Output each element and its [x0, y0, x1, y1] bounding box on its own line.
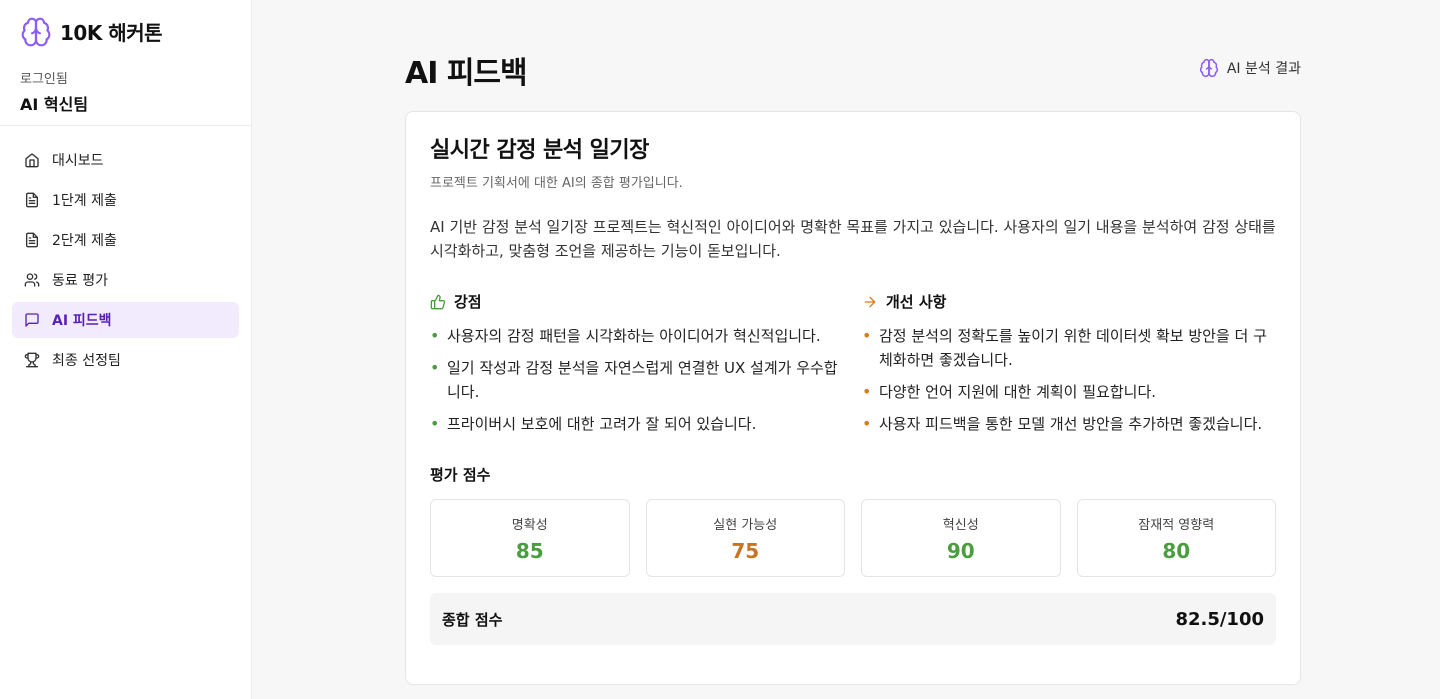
- strengths-list: • 사용자의 감정 패턴을 시각화하는 아이디어가 혁신적입니다. • 일기 작성과…: [430, 324, 844, 436]
- sidebar-item-label: 최종 선정팀: [52, 353, 121, 369]
- trophy-icon: [24, 352, 40, 368]
- list-item: • 사용자 피드백을 통한 모델 개선 방안을 추가하면 좋겠습니다.: [862, 414, 1263, 433]
- feedback-columns: 강점 • 사용자의 감정 패턴을 시각화하는 아이디어가 혁신적입니다. • 일기 …: [430, 291, 1276, 444]
- score-value: 75: [731, 538, 760, 563]
- feedback-summary: AI 기반 감정 분석 일기장 프로젝트는 혁신적인 아이디어와 명확한 목표를…: [430, 218, 1276, 260]
- strengths-section: 강점 • 사용자의 감정 패턴을 시각화하는 아이디어가 혁신적입니다. • 일기 …: [430, 291, 844, 444]
- list-item: • 프라이버시 보호에 대한 고려가 잘 되어 있습니다.: [430, 414, 757, 433]
- brain-icon: [1199, 58, 1218, 78]
- list-item: • 사용자의 감정 패턴을 시각화하는 아이디어가 혁신적입니다.: [430, 326, 821, 345]
- feedback-card: 실시간 감정 분석 일기장 프로젝트 기획서에 대한 AI의 종합 평가입니다.…: [405, 111, 1301, 685]
- ai-result-badge: AI 분석 결과: [1199, 58, 1301, 78]
- sidebar-item-label: 동료 평가: [52, 273, 108, 289]
- score-label: 잠재적 영향력: [1138, 517, 1215, 533]
- score-innovation: 혁신성 90: [861, 499, 1061, 577]
- sidebar-item-peer-review[interactable]: 동료 평가: [12, 262, 239, 298]
- improvements-section: 개선 사항 • 감정 분석의 정확도를 높이기 위한 데이터셋 확보 방안을 더 …: [862, 291, 1276, 444]
- login-status: 로그인됨: [20, 72, 68, 87]
- strengths-header: 강점: [430, 291, 844, 312]
- score-feasibility: 실현 가능성 75: [645, 499, 845, 577]
- card-subtitle: 프로젝트 기획서에 대한 AI의 종합 평가입니다.: [430, 176, 683, 191]
- brand-name: 10K 해커톤: [60, 21, 163, 45]
- score-grid: 명확성 85 실현 가능성 75 혁신성 90 잠재적 영향력 80: [430, 499, 1276, 577]
- score-label: 명확성: [511, 517, 548, 533]
- total-score-value: 82.5/100: [1175, 608, 1264, 630]
- total-score-label: 종합 점수: [442, 610, 503, 629]
- list-item: • 감정 분석의 정확도를 높이기 위한 데이터셋 확보 방안을 더 구체화하면 …: [862, 326, 1267, 369]
- sidebar-item-dashboard[interactable]: 대시보드: [12, 142, 239, 178]
- score-impact: 잠재적 영향력 80: [1076, 499, 1276, 577]
- total-score-row: 종합 점수 82.5/100: [430, 593, 1276, 645]
- list-item: • 다양한 언어 지원에 대한 계획이 필요합니다.: [862, 382, 1157, 401]
- users-icon: [24, 273, 40, 287]
- login-info: 로그인됨 AI 혁신팀: [0, 52, 251, 126]
- score-label: 혁신성: [942, 517, 979, 533]
- sidebar: 10K 해커톤 로그인됨 AI 혁신팀 대시보드 1단계 제출 2단계 제출 동…: [0, 0, 252, 699]
- improvements-header: 개선 사항: [862, 291, 1276, 312]
- ai-result-label: AI 분석 결과: [1226, 61, 1301, 77]
- arrow-right-icon: [864, 296, 876, 307]
- improvements-title: 개선 사항: [886, 293, 947, 311]
- main-content: AI 피드백 AI 분석 결과 실시간 감정 분석 일기장 프로젝트 기획서에 …: [252, 0, 1440, 699]
- sidebar-item-ai-feedback[interactable]: AI 피드백: [12, 302, 239, 338]
- list-item: • 일기 작성과 감정 분석을 자연스럽게 연결한 UX 설계가 우수합니다.: [430, 358, 838, 401]
- file-icon: [26, 192, 38, 208]
- brand[interactable]: 10K 해커톤: [0, 0, 251, 52]
- score-label: 실현 가능성: [713, 517, 778, 533]
- score-value: 90: [946, 538, 975, 563]
- home-icon: [25, 153, 39, 168]
- strengths-title: 강점: [454, 293, 482, 311]
- file-icon: [26, 232, 38, 248]
- sidebar-item-label: AI 피드백: [52, 313, 112, 329]
- team-name: AI 혁신팀: [20, 95, 89, 114]
- score-value: 85: [515, 538, 544, 563]
- brain-icon: [21, 17, 51, 46]
- scores-title: 평가 점수: [430, 466, 491, 484]
- sidebar-item-label: 대시보드: [52, 153, 104, 169]
- message-icon: [25, 313, 39, 327]
- sidebar-item-label: 1단계 제출: [52, 193, 117, 209]
- sidebar-item-stage2[interactable]: 2단계 제출: [12, 222, 239, 258]
- project-title: 실시간 감정 분석 일기장: [430, 138, 649, 163]
- sidebar-nav: 대시보드 1단계 제출 2단계 제출 동료 평가 AI 피드백 최종 선정팀: [0, 126, 251, 398]
- page-title: AI 피드백: [405, 56, 528, 91]
- sidebar-item-final-teams[interactable]: 최종 선정팀: [12, 342, 239, 378]
- score-value: 80: [1162, 538, 1191, 563]
- sidebar-item-label: 2단계 제출: [52, 233, 117, 249]
- score-clarity: 명확성 85: [430, 499, 630, 577]
- thumbs-up-icon: [430, 294, 446, 309]
- sidebar-item-stage1[interactable]: 1단계 제출: [12, 182, 239, 218]
- improvements-list: • 감정 분석의 정확도를 높이기 위한 데이터셋 확보 방안을 더 구체화하면 …: [862, 324, 1276, 436]
